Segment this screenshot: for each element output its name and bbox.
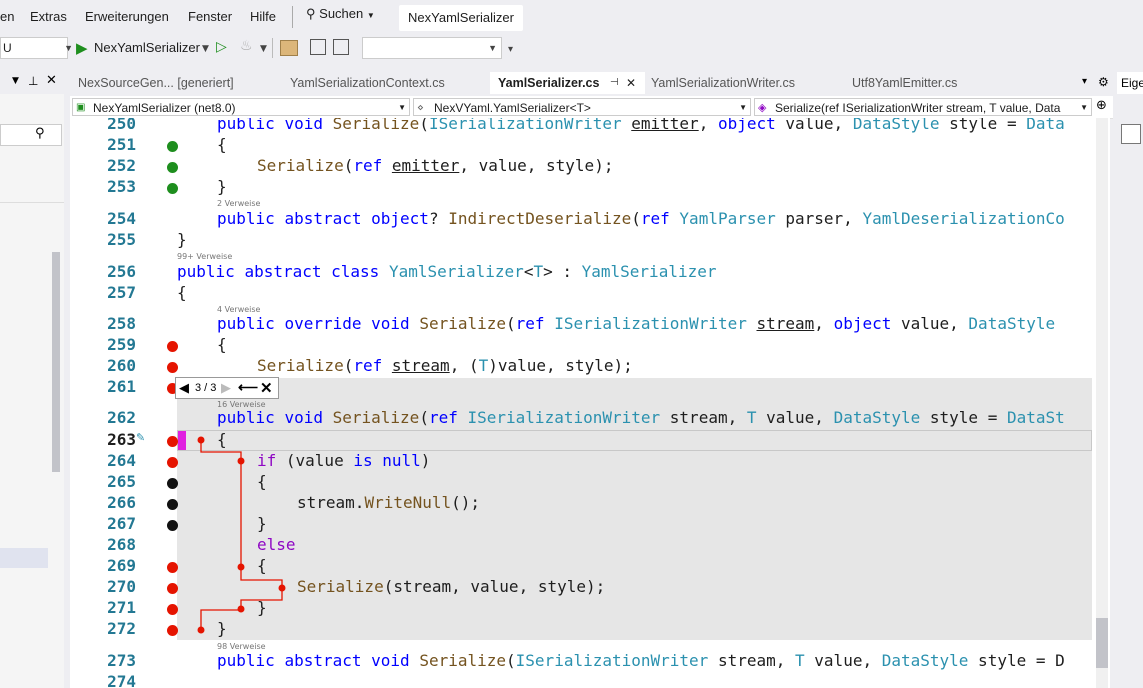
properties-panel-title[interactable]: Eige [1117,72,1143,94]
search-icon: ⚲ [306,6,316,21]
properties-icon[interactable] [1121,124,1141,144]
chevron-down-icon: ▼ [1080,103,1088,112]
start-debug-icon[interactable]: ▶ [76,39,88,57]
project-label: NexYamlSerializer (net8.0) [93,101,236,115]
menu-item-help[interactable]: Hilfe [250,9,276,24]
tab-label: Utf8YamlEmitter.cs [852,76,958,90]
solution-config-combo[interactable]: U ▼ [0,37,73,59]
editor-scrollbar[interactable] [1096,118,1108,688]
type-label: NexVYaml.YamlSerializer<T> [434,101,591,115]
tab-utf8yamlemitter[interactable]: Utf8YamlEmitter.cs [844,72,1004,94]
search-label: Suchen [319,6,364,21]
gear-icon[interactable]: ⚙ [1098,75,1109,89]
search-icon: ⚲ [35,126,45,141]
window-split-icon[interactable] [333,39,349,55]
left-divider [0,202,64,203]
tab-yamlserializationcontext[interactable]: YamlSerializationContext.cs [282,72,482,94]
tab-label: YamlSerializer.cs [498,76,600,90]
tab-label: YamlSerializationWriter.cs [651,76,796,90]
member-label: Serialize(ref ISerializationWriter strea… [775,101,1061,115]
startup-project-label[interactable]: NexYamlSerializer [94,40,200,55]
hot-reload-icon[interactable]: ♨ [240,38,253,54]
chevron-down-icon[interactable]: ▼ [12,76,19,86]
tab-yamlserializer[interactable]: YamlSerializer.cs ⊣ ✕ [490,72,645,94]
csharp-project-icon: ▣ [76,102,86,113]
scrollbar-thumb[interactable] [1096,618,1108,668]
left-search-input[interactable]: ⚲ [0,124,62,146]
tab-overflow-icon[interactable]: ▾ [1082,76,1087,87]
chevron-down-icon: ▼ [398,103,406,112]
chevron-down-icon[interactable]: ▼ [260,44,267,54]
left-panel: ▼ ⊥ ✕ ⚲ [0,72,64,688]
tab-nexsourcegen[interactable]: NexSourceGen... [generiert] [70,72,275,94]
method-icon: ◈ [758,102,767,114]
chevron-down-icon[interactable]: ▼ [202,44,209,54]
search-box[interactable]: ⚲ Suchen ▼ [306,6,375,28]
solution-config-value: U [3,41,12,55]
split-window-icon[interactable]: ⊕ [1096,98,1107,113]
class-icon: ⋄ [417,102,424,114]
menu-item-file[interactable]: en [0,9,14,24]
close-icon[interactable]: ✕ [626,72,636,94]
overflow-icon[interactable]: ▾ [508,44,513,55]
menu-divider [292,6,293,28]
close-icon[interactable]: ✕ [260,379,273,397]
tab-yamlserializationwriter[interactable]: YamlSerializationWriter.cs [643,72,838,94]
arrow-left-icon[interactable]: ⟵ [238,379,258,396]
folder-icon[interactable] [280,40,298,56]
left-selected-item[interactable] [0,548,48,568]
start-without-debug-icon[interactable]: ▷ [216,39,227,55]
navigation-counter: 3 / 3 [195,382,217,394]
menu-item-window[interactable]: Fenster [188,9,232,24]
chevron-down-icon: ▼ [366,11,375,20]
chevron-down-icon: ▼ [64,43,73,53]
window-icon[interactable] [310,39,326,55]
navigation-bar: ▣ NexYamlSerializer (net8.0) ▼ ⋄ NexVYam… [70,96,1113,119]
previous-icon[interactable]: ◀ [179,380,189,396]
properties-panel: Eige [1113,72,1143,688]
toolbar: U ▼ ▶ NexYamlSerializer ▼ ▷ ♨ ▼ ▼ ▾ [0,34,1143,64]
chevron-down-icon: ▼ [488,43,497,53]
menu-bar: en Extras Erweiterungen Fenster Hilfe ⚲ … [0,0,1143,34]
next-icon[interactable]: ▶ [221,380,231,396]
tab-label: NexSourceGen... [generiert] [78,76,234,90]
menu-item-extensions[interactable]: Erweiterungen [85,9,169,24]
menu-item-extras[interactable]: Extras [30,9,67,24]
tab-label: YamlSerializationContext.cs [290,76,445,90]
solution-title: NexYamlSerializer [399,5,523,31]
project-combo[interactable]: ▣ NexYamlSerializer (net8.0) ▼ [72,98,410,116]
tab-bar: NexSourceGen... [generiert] YamlSerializ… [70,72,1113,94]
left-panel-header: ▼ ⊥ ✕ [0,72,64,94]
chevron-down-icon: ▼ [739,103,747,112]
pin-icon[interactable]: ⊥ [28,74,38,88]
type-combo[interactable]: ⋄ NexVYaml.YamlSerializer<T> ▼ [413,98,751,116]
toolbar-divider [272,38,273,58]
close-icon[interactable]: ✕ [46,73,57,88]
left-scrollbar-thumb[interactable] [52,252,60,472]
code-editor[interactable]: 250 public void Serialize(ISerialization… [70,118,1110,688]
find-combo[interactable]: ▼ [362,37,502,59]
member-combo[interactable]: ◈ Serialize(ref ISerializationWriter str… [754,98,1092,116]
pin-icon[interactable]: ⊣ [610,72,619,94]
navigation-toolbar: ◀ 3 / 3 ▶ ⟵ ✕ [175,377,279,399]
control-flow-overlay [197,436,286,634]
